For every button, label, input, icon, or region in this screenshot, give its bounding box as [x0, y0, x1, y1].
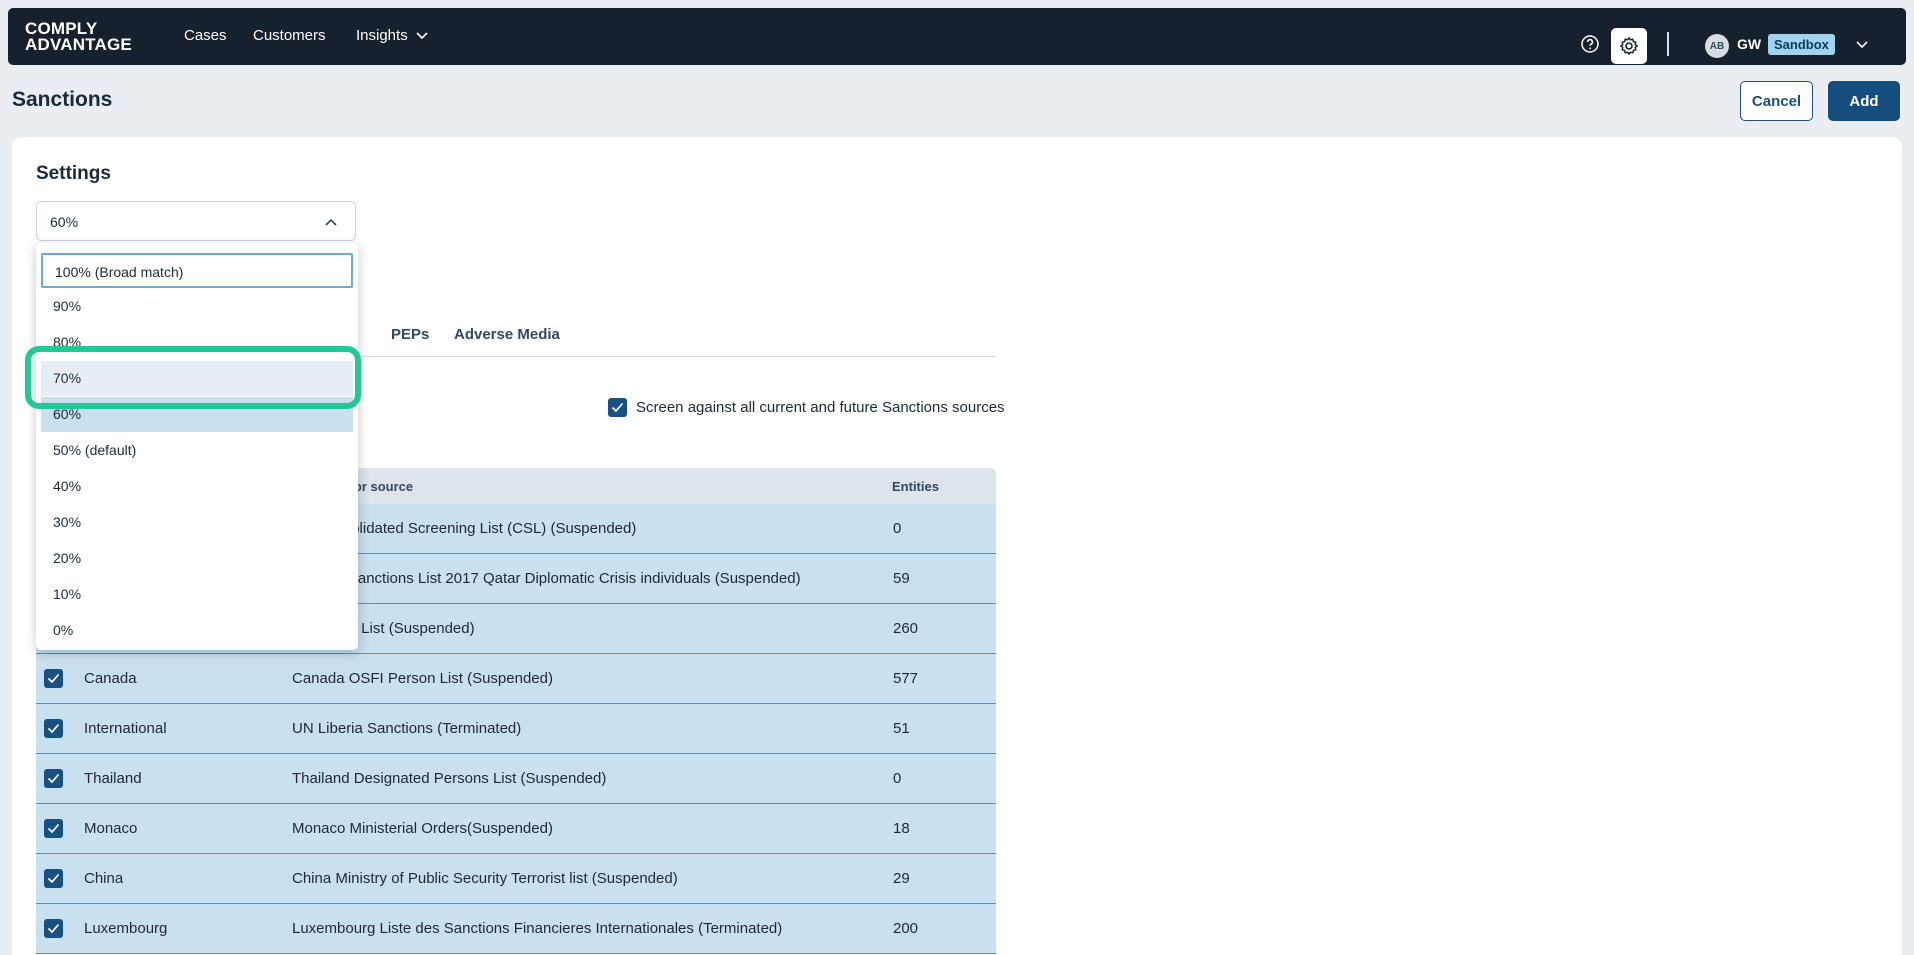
checkbox-checked-icon[interactable]	[608, 398, 627, 417]
tab-adverse-media[interactable]: Adverse Media	[454, 326, 560, 343]
row-entities: 577	[893, 670, 919, 687]
dropdown-option[interactable]: 10%	[41, 577, 353, 612]
chevron-down-icon[interactable]	[415, 31, 429, 40]
row-checkbox-checked-icon[interactable]	[44, 719, 63, 738]
row-country: Thailand	[84, 770, 142, 787]
row-entities: 51	[893, 720, 910, 737]
dropdown-option[interactable]: 90%	[41, 289, 353, 324]
dropdown-option[interactable]: 60%	[41, 397, 353, 432]
row-source: Luxembourg Liste des Sanctions Financier…	[292, 920, 783, 937]
logo[interactable]: COMPLY ADVANTAGE	[25, 20, 132, 54]
option-label: 50% (default)	[53, 442, 137, 458]
tab-peps[interactable]: PEPs	[391, 326, 429, 343]
environment-badge: Sandbox	[1768, 34, 1835, 55]
table-row[interactable]: China China Ministry of Public Security T…	[36, 854, 996, 904]
row-entities: 0	[893, 520, 902, 537]
option-label: 40%	[53, 478, 82, 494]
header-entities: Entities	[892, 479, 939, 494]
dropdown-option[interactable]: 0%	[41, 613, 353, 648]
option-label: 70%	[53, 370, 82, 386]
account-chevron-down-icon[interactable]	[1855, 40, 1869, 49]
row-source: Monaco Ministerial Orders(Suspended)	[292, 820, 553, 837]
table-row[interactable]: Canada Canada OSFI Person List (Suspended…	[36, 654, 996, 704]
row-entities: 59	[893, 570, 910, 587]
nav-customers[interactable]: Customers	[253, 26, 326, 46]
settings-heading: Settings	[36, 163, 111, 184]
row-country: China	[84, 870, 124, 887]
row-source: Thailand Designated Persons List (Suspen…	[292, 770, 607, 787]
match-threshold-select[interactable]: 60%	[36, 201, 356, 241]
table-row[interactable]: International UN Liberia Sanctions (Termi…	[36, 704, 996, 754]
dropdown-option[interactable]: 70%	[41, 361, 353, 396]
row-country: Monaco	[84, 820, 138, 837]
cancel-button[interactable]: Cancel	[1740, 81, 1813, 121]
select-value: 60%	[50, 214, 79, 230]
table-row[interactable]: Luxembourg Luxembourg Liste des Sanctions…	[36, 904, 996, 954]
dropdown-option[interactable]: 80%	[41, 325, 353, 360]
org-name: GW	[1737, 36, 1762, 52]
chevron-up-icon	[325, 218, 337, 226]
page-title: Sanctions	[12, 88, 113, 111]
nav-insights[interactable]: Insights	[356, 26, 408, 46]
row-entities: 18	[893, 820, 910, 837]
add-button[interactable]: Add	[1828, 81, 1900, 121]
row-source: es Joint Sanctions List 2017 Qatar Diplo…	[292, 570, 801, 587]
row-country: International	[84, 720, 167, 737]
settings-button[interactable]	[1611, 28, 1647, 64]
row-entities: 260	[893, 620, 919, 637]
dropdown-option[interactable]: 30%	[41, 505, 353, 540]
row-source: China Ministry of Public Security Terror…	[292, 870, 678, 887]
threshold-dropdown-menu: 100% (Broad match) 90% 80% 70% 60% 50% (defau…	[36, 243, 358, 650]
row-source: Canada OSFI Person List (Suspended)	[292, 670, 553, 687]
help-icon[interactable]	[1580, 34, 1600, 54]
row-checkbox-checked-icon[interactable]	[44, 819, 63, 838]
row-source: UN Liberia Sanctions (Terminated)	[292, 720, 522, 737]
dropdown-option[interactable]: 20%	[41, 541, 353, 576]
dropdown-option[interactable]: 40%	[41, 469, 353, 504]
nav-divider	[1667, 32, 1669, 56]
option-label: 0%	[53, 622, 74, 638]
row-checkbox-checked-icon[interactable]	[44, 669, 63, 688]
row-checkbox-checked-icon[interactable]	[44, 769, 63, 788]
gear-icon	[1620, 37, 1638, 55]
dropdown-option[interactable]: 50% (default)	[41, 433, 353, 468]
avatar[interactable]: AB	[1705, 34, 1729, 58]
logo-line-2: ADVANTAGE	[25, 35, 132, 54]
row-country: Luxembourg	[84, 920, 168, 937]
screen-all-label: Screen against all current and future Sa…	[636, 399, 1005, 416]
option-label: 100% (Broad match)	[55, 264, 184, 280]
row-entities: 29	[893, 870, 910, 887]
top-navbar: COMPLY ADVANTAGE Cases Customers Insight…	[8, 8, 1906, 65]
option-label: 30%	[53, 514, 82, 530]
row-country: Canada	[84, 670, 137, 687]
option-label: 90%	[53, 298, 82, 314]
option-label: 10%	[53, 586, 82, 602]
table-row[interactable]: Thailand Thailand Designated Persons List…	[36, 754, 996, 804]
row-entities: 200	[893, 920, 919, 937]
table-row[interactable]: Monaco Monaco Ministerial Orders(Suspende…	[36, 804, 996, 854]
option-label: 20%	[53, 550, 82, 566]
row-entities: 0	[893, 770, 902, 787]
dropdown-option[interactable]: 100% (Broad match)	[41, 253, 353, 288]
option-label: 80%	[53, 334, 82, 350]
option-label: 60%	[53, 406, 82, 422]
row-checkbox-checked-icon[interactable]	[44, 919, 63, 938]
screen-all-sources[interactable]: Screen against all current and future Sa…	[608, 398, 1005, 417]
nav-cases[interactable]: Cases	[184, 26, 227, 46]
row-checkbox-checked-icon[interactable]	[44, 869, 63, 888]
